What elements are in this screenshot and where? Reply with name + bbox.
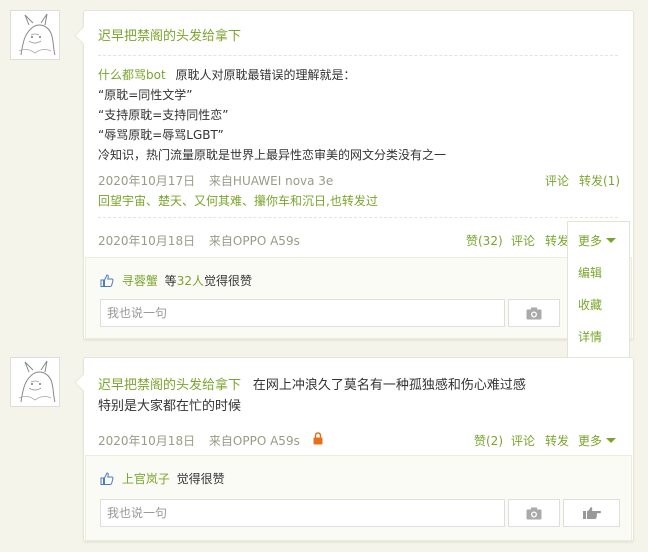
post-time-link[interactable]: 2020年10月18日: [98, 234, 195, 248]
repost-line: “支持原耽=支持同性恋”: [98, 108, 229, 122]
forward-link[interactable]: 转发: [545, 432, 569, 449]
like-link[interactable]: 赞(2): [474, 432, 503, 449]
repost-author-link[interactable]: 什么都骂bot: [98, 68, 166, 82]
author-avatar[interactable]: [10, 357, 60, 407]
likes-middle: 等: [164, 274, 177, 288]
repost-forward-link[interactable]: 转发(1): [579, 172, 620, 189]
repost-time-link[interactable]: 2020年10月17日: [98, 174, 195, 188]
repost-source: 来自HUAWEI nova 3e: [208, 174, 334, 188]
avatar-sketch-icon: [18, 13, 56, 56]
liker-link[interactable]: 上官岚子: [122, 472, 170, 486]
post-source: 来自OPPO A59s: [208, 234, 300, 248]
more-button[interactable]: 更多: [578, 232, 617, 249]
comment-input[interactable]: 我也说一句: [100, 299, 505, 327]
feed-card: 迟早把禁阁的头发给拿下 在网上冲浪久了莫名有一种孤独感和伤心难过感 特别是大家都…: [74, 357, 634, 542]
repost-comment-link[interactable]: 评论: [545, 172, 569, 189]
author-avatar[interactable]: [10, 10, 60, 60]
more-label: 更多: [578, 234, 603, 248]
feed-card: 迟早把禁阁的头发给拿下 什么都骂bot 原耽人对原耽最错误的理解就是： “原耽=…: [74, 10, 634, 340]
menu-item-edit[interactable]: 编辑: [578, 264, 602, 281]
gesture-button[interactable]: [563, 499, 620, 527]
post-author-link[interactable]: 迟早把禁阁的头发给拿下: [98, 378, 241, 393]
chevron-down-icon: [606, 438, 617, 443]
repost-line: 冷知识，热门流量原耽是世界上最异性恋审美的网文分类没有之一: [98, 148, 447, 162]
avatar-sketch-icon: [18, 360, 56, 403]
chevron-down-icon: [606, 238, 617, 243]
liker-link[interactable]: 寻蓉蟹: [122, 274, 158, 288]
repost-meta: 2020年10月17日 来自HUAWEI nova 3e: [98, 172, 333, 189]
post-text-line: 特别是大家都在忙的时候: [98, 399, 242, 414]
likes-count-link[interactable]: 32人: [177, 274, 204, 288]
thumbs-up-icon: [100, 471, 114, 488]
likes-suffix: 觉得很赞: [176, 472, 225, 486]
comment-area: 上官岚子 觉得很赞 我也说一句: [85, 455, 632, 541]
comment-link[interactable]: 评论: [511, 432, 535, 449]
post-source: 来自OPPO A59s: [208, 434, 300, 448]
photo-button[interactable]: [508, 299, 560, 327]
comment-input[interactable]: 我也说一句: [100, 499, 505, 527]
repost-line: “辱骂原耽=辱骂LGBT”: [98, 128, 224, 142]
post-author-link[interactable]: 迟早把禁阁的头发给拿下: [98, 25, 241, 44]
menu-item-detail[interactable]: 详情: [578, 328, 602, 345]
post-text-line: 在网上冲浪久了莫名有一种孤独感和伤心难过感: [252, 378, 526, 393]
more-label: 更多: [578, 434, 603, 448]
likes-row: 上官岚子 觉得很赞: [100, 470, 225, 488]
post-meta: 2020年10月18日 来自OPPO A59s: [98, 232, 300, 249]
repost-line: “原耽=同性文学”: [98, 88, 193, 102]
repost-line: 原耽人对原耽最错误的理解就是：: [175, 68, 356, 82]
likes-suffix: 觉得很赞: [203, 274, 252, 288]
post-meta: 2020年10月18日 来自OPPO A59s: [98, 432, 300, 449]
more-button[interactable]: 更多: [578, 432, 617, 449]
post-time-link[interactable]: 2020年10月18日: [98, 434, 195, 448]
menu-item-favorite[interactable]: 收藏: [578, 296, 602, 313]
thumbs-up-icon: [100, 273, 114, 290]
likes-row: 寻蓉蟹 等32人觉得很赞: [100, 272, 252, 290]
forward-chain-text[interactable]: 回望宇宙、楚天、又何其难、攥你车和沉日,也转发过: [98, 192, 378, 209]
post-body: 迟早把禁阁的头发给拿下 在网上冲浪久了莫名有一种孤独感和伤心难过感: [98, 374, 526, 397]
camera-icon: [526, 507, 542, 520]
lock-icon: [313, 432, 323, 448]
camera-icon: [526, 307, 542, 320]
comment-link[interactable]: 评论: [511, 232, 535, 249]
pointing-hand-icon: [582, 506, 602, 520]
like-link[interactable]: 赞(32): [466, 232, 503, 249]
reposted-text: 什么都骂bot 原耽人对原耽最错误的理解就是：: [98, 65, 356, 85]
comment-area: 寻蓉蟹 等32人觉得很赞 我也说一句: [85, 257, 632, 339]
forward-link[interactable]: 转发: [545, 232, 569, 249]
photo-button[interactable]: [508, 499, 560, 527]
